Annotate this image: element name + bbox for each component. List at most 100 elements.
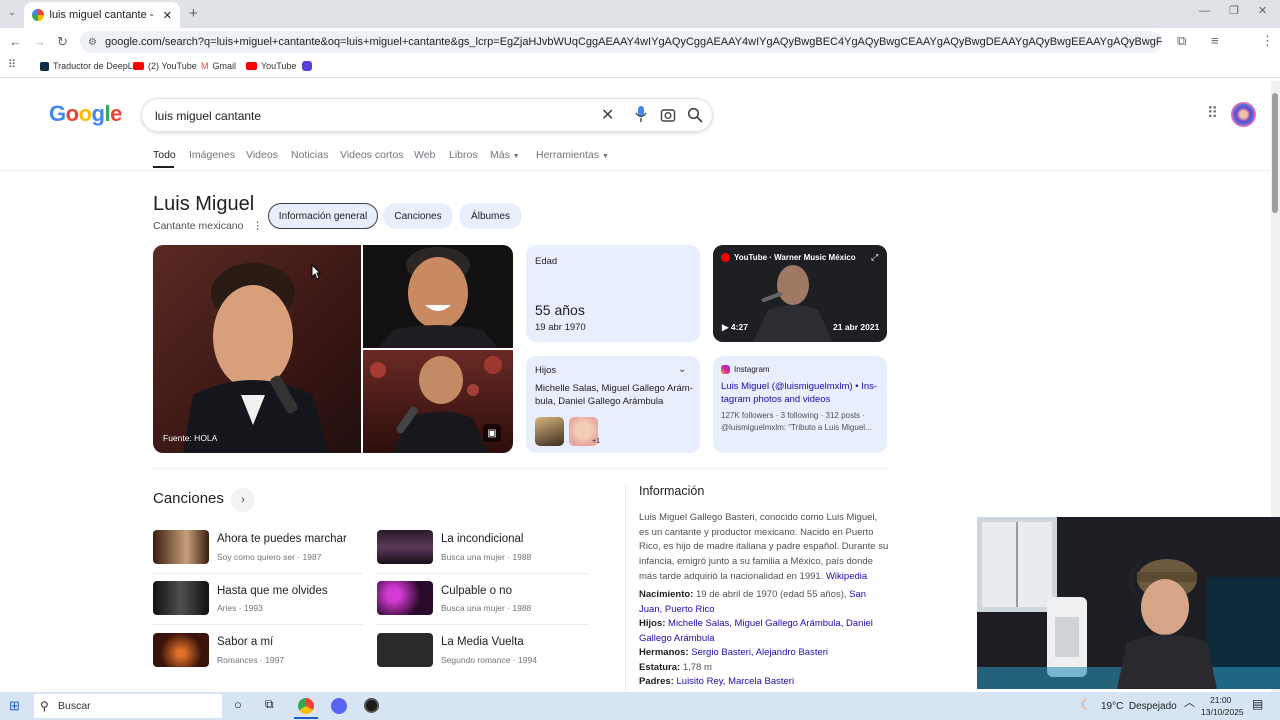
clear-icon[interactable]: ✕ [601, 105, 614, 125]
song-title[interactable]: Hasta que me olvides [217, 585, 328, 597]
forward-icon[interactable]: → [33, 35, 46, 48]
more-options-icon[interactable]: ⋮ [252, 220, 263, 232]
tab-list-icon[interactable]: ⌄ [8, 8, 16, 18]
obs-icon[interactable] [364, 698, 379, 713]
taskbar-search-placeholder: Buscar [58, 700, 91, 712]
search-box[interactable]: luis miguel cantante ✕ [141, 98, 713, 132]
chevron-down-icon[interactable]: ⌄ [678, 364, 686, 375]
chip-canciones[interactable]: Canciones [383, 203, 453, 229]
back-icon[interactable]: ← [9, 35, 22, 48]
tab-mas[interactable]: Más ▼ [490, 149, 520, 161]
song-meta: Busca una mujer · 1988 [441, 552, 532, 562]
song-title[interactable]: Sabor a mí [217, 636, 273, 648]
tab-libros[interactable]: Libros [449, 149, 478, 161]
youtube-icon [133, 62, 144, 70]
windows-start-icon[interactable]: ⊞ [9, 699, 20, 712]
gallery-icon[interactable]: ▣ [483, 424, 501, 442]
tab-imagenes[interactable]: Imágenes [189, 149, 235, 161]
chip-informacion-general[interactable]: Información general [268, 203, 378, 229]
bookmark-label: (2) YouTube [148, 61, 197, 71]
browser-tab[interactable]: luis miguel cantante - Buscar co ✕ [24, 2, 180, 28]
taskbar-search[interactable]: ⚲ Buscar [34, 694, 222, 718]
clock-date[interactable]: 13/10/2025 [1201, 707, 1244, 717]
song-thumbnail[interactable] [377, 633, 433, 667]
microphone-icon[interactable] [635, 105, 647, 123]
search-icon[interactable] [687, 107, 703, 127]
child-photo[interactable] [535, 417, 564, 446]
main-photo[interactable]: Fuente: HOLA [153, 245, 361, 453]
instagram-title[interactable]: Luis Miguel (@luismiguelmxlm) • Ins-tagr… [721, 381, 881, 406]
bookmark-youtube[interactable]: YouTube [246, 61, 296, 71]
tab-todo[interactable]: Todo [153, 149, 176, 161]
song-album: Segundo romance [441, 655, 511, 665]
tab-videos[interactable]: Videos [246, 149, 278, 161]
photo-concert[interactable]: ▣ [363, 350, 513, 453]
fact-link[interactable]: Luisito Rey, Marcela Basteri [677, 676, 795, 687]
extensions-icon[interactable]: ⧉ [1177, 34, 1186, 47]
new-tab-icon[interactable]: + [189, 6, 198, 21]
account-avatar[interactable] [1231, 102, 1256, 127]
song-title[interactable]: La Media Vuelta [441, 636, 524, 648]
wikipedia-link[interactable]: Wikipedia [826, 571, 867, 582]
expand-icon[interactable]: ⤢ [871, 252, 878, 263]
restore-icon[interactable]: ❐ [1229, 6, 1239, 17]
bookmark-extra[interactable] [302, 61, 312, 71]
tab-noticias[interactable]: Noticias [291, 149, 328, 161]
cortana-icon[interactable]: ○ [234, 698, 242, 711]
chip-albumes[interactable]: Álbumes [459, 203, 522, 229]
children-card[interactable]: Hijos ⌄ Michelle Salas, Miguel Gallego A… [526, 356, 700, 453]
url-text: google.com/search?q=luis+miguel+cantante… [104, 36, 1162, 48]
song-thumbnail[interactable] [153, 530, 209, 564]
age-card[interactable]: Edad 55 años 19 abr 1970 [526, 245, 700, 342]
minimize-icon[interactable]: — [1199, 6, 1210, 17]
reload-icon[interactable]: ↻ [57, 35, 68, 48]
bookmark-youtube-2[interactable]: (2) YouTube [133, 61, 197, 71]
song-title[interactable]: La incondicional [441, 533, 523, 545]
chrome-icon[interactable] [298, 698, 314, 714]
instagram-handle: @luismiguelmxlm: "Tributo a Luis Miguel.… [721, 423, 872, 432]
fact-link[interactable]: Michelle Salas, Miguel Gallego Arámbula,… [639, 618, 873, 644]
song-thumbnail[interactable] [377, 530, 433, 564]
site-info-icon[interactable]: ⚙ [88, 37, 97, 48]
song-thumbnail[interactable] [153, 633, 209, 667]
bookmark-gmail[interactable]: M Gmail [201, 61, 236, 71]
media-control-icon[interactable]: ≡ [1211, 34, 1219, 47]
tab-title: luis miguel cantante - Buscar co [49, 9, 157, 21]
google-logo[interactable]: Google [49, 101, 122, 127]
menu-icon[interactable]: ⋮ [1261, 34, 1274, 47]
fact-label: Hijos: [639, 618, 666, 629]
scrollbar-thumb[interactable] [1272, 93, 1278, 213]
bookmark-deepl[interactable]: Traductor de DeepL [40, 61, 133, 71]
fact-link[interactable]: Sergio Basteri, Alejandro Basteri [691, 647, 828, 658]
duration-text: 4:27 [730, 322, 748, 332]
notifications-icon[interactable]: ▤ [1252, 698, 1263, 710]
songs-expand-button[interactable]: › [231, 488, 255, 512]
apps-grid-icon[interactable]: ⠿ [8, 60, 16, 71]
instagram-card[interactable]: Instagram Luis Miguel (@luismiguelmxlm) … [713, 356, 887, 453]
song-title[interactable]: Ahora te puedes marchar [217, 533, 347, 545]
youtube-source-label: YouTube · Warner Music México [734, 253, 856, 262]
tab-herramientas[interactable]: Herramientas ▼ [536, 149, 609, 161]
search-input[interactable]: luis miguel cantante [155, 109, 261, 123]
camera-lens-icon[interactable] [660, 107, 676, 127]
tab-videos-cortos[interactable]: Videos cortos [340, 149, 403, 161]
clock-time[interactable]: 21:00 [1210, 695, 1231, 705]
address-bar[interactable]: ⚙ google.com/search?q=luis+miguel+cantan… [80, 31, 1162, 53]
song-thumbnail[interactable] [153, 581, 209, 615]
weather-text[interactable]: 19°C Despejado [1101, 701, 1177, 712]
info-description: Luis Miguel Gallego Basteri, conocido co… [639, 511, 889, 585]
show-hidden-icons-icon[interactable]: ︿ [1184, 698, 1195, 709]
tab-web[interactable]: Web [414, 149, 435, 161]
task-view-icon[interactable]: ⧉ [265, 698, 274, 710]
youtube-video-card[interactable]: YouTube · Warner Music México ⤢ ▶ 4:27 2… [713, 245, 887, 342]
close-window-icon[interactable]: ✕ [1258, 6, 1267, 17]
divider [625, 484, 626, 692]
close-tab-icon[interactable]: ✕ [163, 9, 172, 22]
divider [377, 573, 588, 574]
photo-smiling[interactable] [363, 245, 513, 348]
discord-icon[interactable] [331, 698, 347, 714]
divider [0, 170, 1270, 171]
song-title[interactable]: Culpable o no [441, 585, 512, 597]
google-apps-icon[interactable]: ⠿ [1207, 106, 1218, 121]
song-thumbnail[interactable] [377, 581, 433, 615]
